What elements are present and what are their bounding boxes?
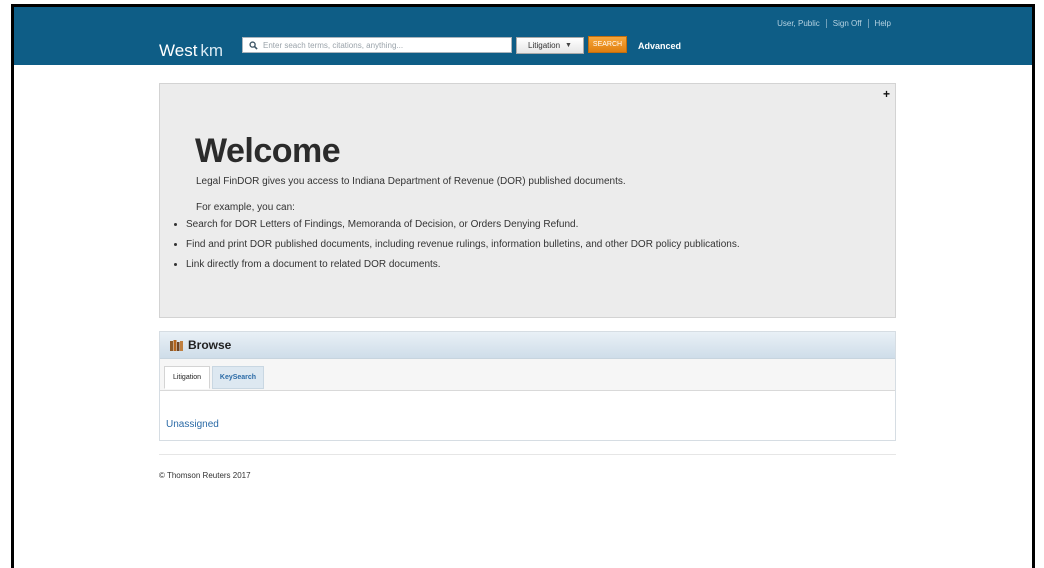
welcome-feature-list: Search for DOR Letters of Findings, Memo…	[174, 219, 740, 279]
scope-value: Litigation	[528, 41, 561, 50]
user-link[interactable]: User, Public	[777, 19, 820, 28]
unassigned-link[interactable]: Unassigned	[166, 419, 219, 430]
browse-title: Browse	[188, 338, 232, 352]
chevron-down-icon: ▼	[565, 42, 572, 49]
top-navigation-bar: Westkm Litigation ▼ SEARCH Advanced User…	[14, 7, 1032, 65]
list-item: Find and print DOR published documents, …	[186, 239, 740, 251]
expand-icon[interactable]: +	[883, 87, 890, 101]
link-separator	[867, 19, 869, 28]
search-input[interactable]	[260, 39, 511, 51]
browser-viewport: Westkm Litigation ▼ SEARCH Advanced User…	[11, 4, 1035, 568]
welcome-panel: + Welcome Legal FinDOR gives you access …	[159, 83, 896, 318]
welcome-title: Welcome	[195, 132, 341, 170]
help-link[interactable]: Help	[875, 19, 891, 28]
copyright-text: © Thomson Reuters 2017	[159, 471, 251, 480]
footer-divider	[159, 454, 896, 455]
brand-main-text: West	[159, 41, 198, 60]
list-item: Link directly from a document to related…	[186, 259, 740, 271]
browse-tabs: Litigation KeySearch	[160, 359, 895, 391]
search-button[interactable]: SEARCH	[588, 36, 627, 53]
welcome-example-heading: For example, you can:	[196, 202, 295, 213]
browse-panel: Browse Litigation KeySearch Unassigned	[159, 331, 896, 441]
list-item: Search for DOR Letters of Findings, Memo…	[186, 219, 740, 231]
brand-suffix-text: km	[200, 41, 224, 60]
link-separator	[825, 19, 827, 28]
tab-litigation[interactable]: Litigation	[164, 366, 210, 389]
top-user-links: User, Public Sign Off Help	[777, 19, 891, 28]
welcome-intro: Legal FinDOR gives you access to Indiana…	[196, 176, 626, 187]
search-scope-dropdown[interactable]: Litigation ▼	[516, 37, 584, 54]
search-box	[242, 37, 512, 53]
books-icon	[170, 339, 184, 351]
advanced-search-link[interactable]: Advanced	[638, 41, 681, 51]
tab-keysearch[interactable]: KeySearch	[212, 366, 264, 389]
brand-logo[interactable]: West km	[159, 42, 223, 60]
search-icon	[246, 38, 260, 52]
sign-off-link[interactable]: Sign Off	[833, 19, 862, 28]
browse-header: Browse	[160, 332, 895, 359]
